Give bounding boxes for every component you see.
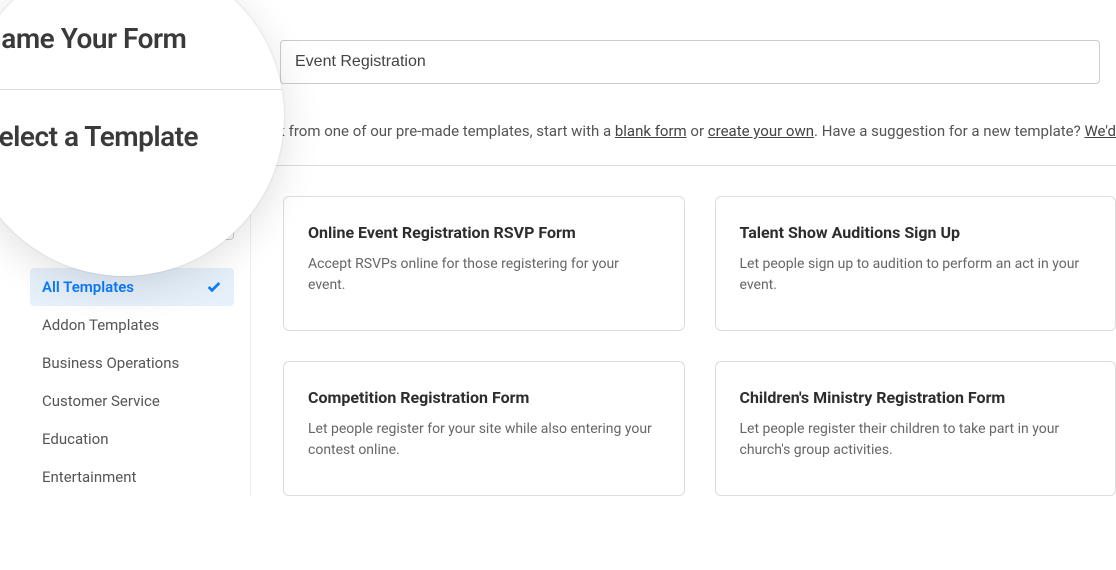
description-suffix: . Have a suggestion for a new template? [814,122,1084,140]
template-card[interactable]: Competition Registration Form Let people… [283,361,685,496]
form-name-input[interactable] [280,40,1100,84]
template-desc: Accept RSVPs online for those registerin… [308,254,660,296]
category-addon-templates[interactable]: Addon Templates [30,306,234,344]
template-card[interactable]: Children's Ministry Registration Form Le… [715,361,1116,496]
template-title: Competition Registration Form [308,388,660,407]
description-middle: or [687,122,708,140]
category-customer-service[interactable]: Customer Service [30,382,234,420]
template-card[interactable]: Online Event Registration RSVP Form Acce… [283,196,685,331]
category-business-operations[interactable]: Business Operations [30,344,234,382]
templates-grid: Online Event Registration RSVP Form Acce… [250,184,1116,496]
magnifier-name-label: Name Your Form [0,22,284,55]
suggestion-link[interactable]: We'd [1084,122,1116,140]
category-label: Customer Service [42,392,160,410]
category-education[interactable]: Education [30,420,234,458]
magnifier-name-section: Name Your Form [0,22,284,90]
category-label: Addon Templates [42,316,159,334]
create-own-link[interactable]: create your own [708,122,814,140]
description-prefix: t from one of our pre-made templates, st… [280,122,615,140]
template-desc: Let people sign up to audition to perfor… [740,254,1092,296]
category-label: Education [42,430,109,448]
template-desc: Let people register for your site while … [308,419,660,461]
template-desc: Let people register their children to ta… [740,419,1092,461]
magnifier-template-section: Select a Template [0,90,284,153]
form-name-row [280,0,1100,106]
template-title: Online Event Registration RSVP Form [308,223,660,242]
template-card[interactable]: Talent Show Auditions Sign Up Let people… [715,196,1116,331]
magnifier-template-label: Select a Template [0,120,284,153]
template-title: Talent Show Auditions Sign Up [740,223,1092,242]
template-description: t from one of our pre-made templates, st… [280,106,1100,165]
category-entertainment[interactable]: Entertainment [30,458,234,496]
template-title: Children's Ministry Registration Form [740,388,1092,407]
category-label: Business Operations [42,354,179,372]
check-icon [206,279,222,295]
category-list: All Templates Addon Templates Business O… [30,268,234,496]
category-label: Entertainment [42,468,136,486]
blank-form-link[interactable]: blank form [615,122,687,140]
category-label: All Templates [42,278,134,296]
